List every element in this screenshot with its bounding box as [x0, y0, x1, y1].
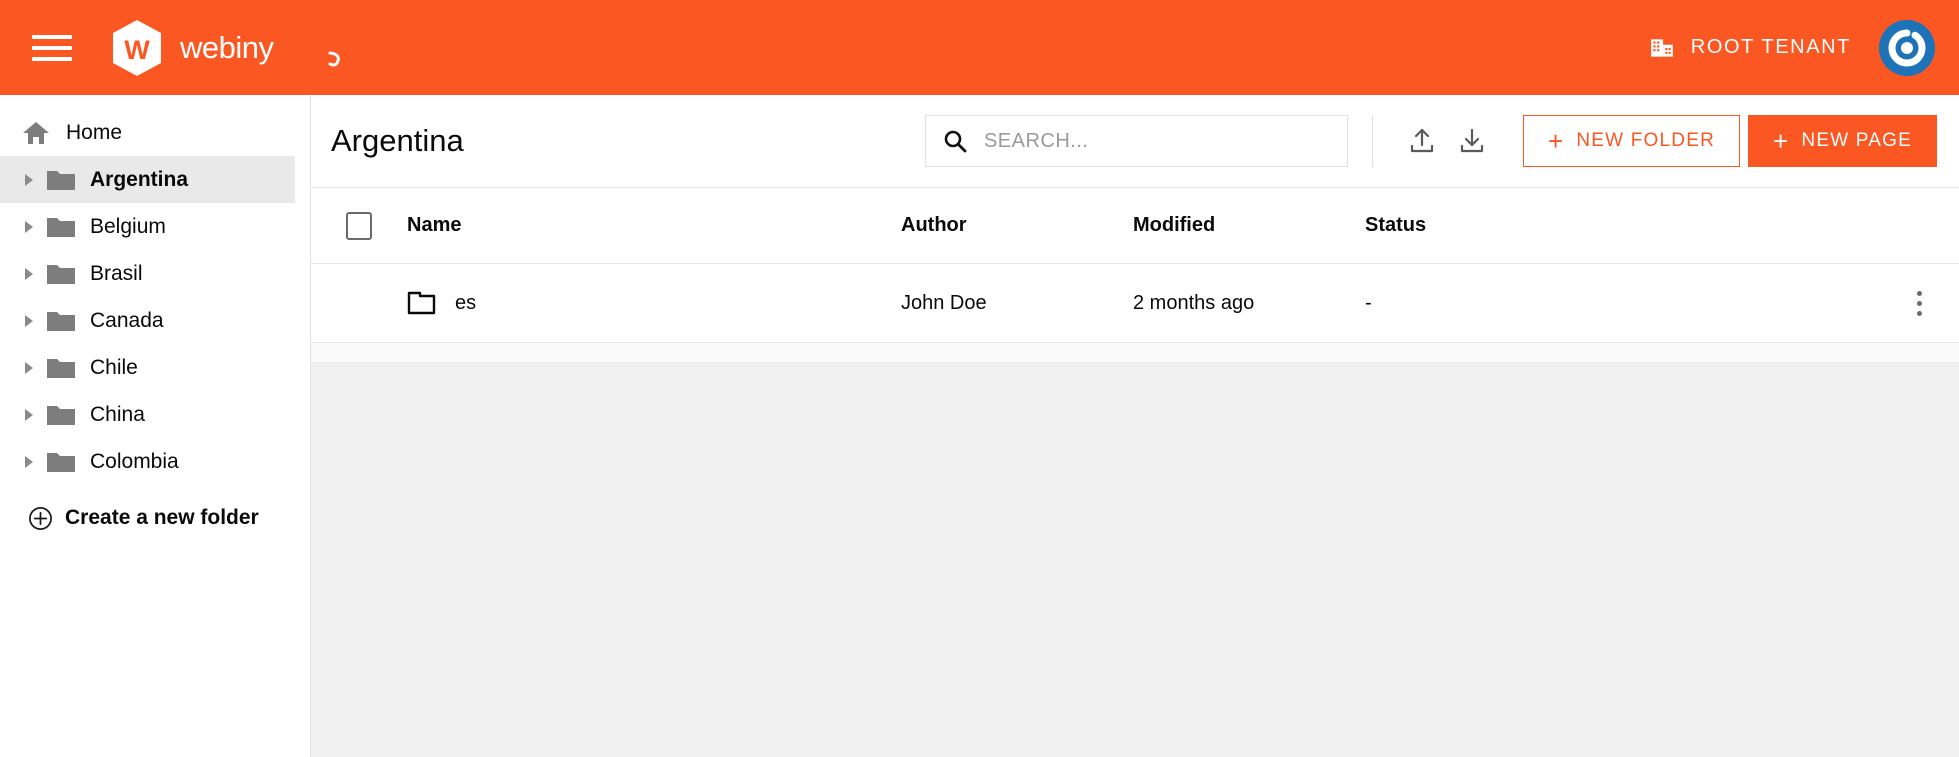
kebab-dot	[1916, 310, 1922, 316]
folder-icon	[47, 217, 75, 237]
new-folder-button-label: NEW FOLDER	[1576, 130, 1716, 151]
caret-right-icon[interactable]	[18, 404, 40, 426]
home-icon	[23, 121, 49, 144]
column-header-author[interactable]: Author	[901, 214, 1133, 237]
sidebar-item-argentina[interactable]: Argentina	[0, 156, 295, 203]
download-icon	[1460, 128, 1484, 153]
search-box[interactable]	[924, 115, 1348, 167]
top-bar-right: ROOT TENANT	[1649, 19, 1935, 76]
caret-right-icon[interactable]	[18, 451, 40, 473]
download-button[interactable]	[1447, 116, 1497, 166]
select-all-cell	[311, 211, 407, 240]
row-status-cell: -	[1365, 291, 1372, 314]
hamburger-line	[32, 45, 72, 50]
folder-icon	[47, 405, 75, 425]
svg-text:webiny: webiny	[180, 30, 274, 65]
building-icon	[1650, 38, 1673, 57]
new-folder-button[interactable]: + NEW FOLDER	[1522, 115, 1741, 167]
sidebar-item-china[interactable]: China	[0, 391, 310, 438]
folder-icon	[47, 311, 75, 331]
sidebar-item-label: China	[90, 403, 145, 426]
avatar[interactable]	[1879, 19, 1935, 76]
kebab-dot	[1916, 300, 1922, 306]
user-avatar-icon	[1879, 19, 1935, 76]
caret-right-icon[interactable]	[18, 169, 40, 191]
kebab-dot	[1916, 290, 1922, 296]
folder-outline-icon	[407, 291, 436, 315]
table-footer-strip	[311, 343, 1959, 363]
sidebar-item-label: Brasil	[90, 262, 143, 285]
page-title: Argentina	[331, 123, 464, 158]
new-page-button-label: NEW PAGE	[1801, 130, 1912, 151]
row-author-cell: John Doe	[901, 291, 987, 314]
webiny-wordmark: webiny	[180, 30, 340, 66]
upload-button[interactable]	[1397, 116, 1447, 166]
tenant-label: ROOT TENANT	[1690, 36, 1851, 58]
top-bar: W webiny ROOT TENANT	[0, 0, 1959, 95]
toolbar-divider	[1371, 115, 1373, 167]
svg-text:W: W	[124, 35, 150, 65]
caret-right-icon[interactable]	[18, 263, 40, 285]
sidebar-item-label: Colombia	[90, 450, 179, 473]
sidebar-item-home[interactable]: Home	[0, 109, 310, 156]
tenant-selector[interactable]: ROOT TENANT	[1649, 35, 1851, 61]
column-header-name[interactable]: Name	[407, 214, 901, 237]
main-header: Argentina SEARCH... + NEW FOLDER + NEW P…	[311, 95, 1959, 187]
caret-right-icon[interactable]	[18, 357, 40, 379]
content-table: Name Author Modified Status es John Doe …	[311, 187, 1959, 363]
folder-icon	[47, 452, 75, 472]
search-wrap	[924, 115, 1348, 167]
sidebar-item-label: Chile	[90, 356, 138, 379]
folder-icon	[47, 264, 75, 284]
table-header-row: Name Author Modified Status	[311, 187, 1959, 264]
plus-icon: +	[1547, 126, 1565, 156]
create-new-folder-label: Create a new folder	[65, 506, 259, 529]
main-content: Argentina SEARCH... + NEW FOLDER + NEW P…	[311, 95, 1959, 757]
hamburger-line	[32, 56, 72, 61]
folder-icon	[47, 170, 75, 190]
sidebar-item-belgium[interactable]: Belgium	[0, 203, 310, 250]
empty-content-area	[311, 363, 1959, 757]
search-input[interactable]	[983, 129, 1331, 153]
plus-circle-icon	[29, 506, 52, 530]
sidebar-item-brasil[interactable]: Brasil	[0, 250, 310, 297]
folder-icon	[47, 358, 75, 378]
select-all-checkbox[interactable]	[346, 211, 372, 240]
create-new-folder-button[interactable]: Create a new folder	[0, 491, 310, 545]
sidebar-item-label: Belgium	[90, 215, 166, 238]
sidebar-item-colombia[interactable]: Colombia	[0, 438, 310, 485]
table-row[interactable]: es John Doe 2 months ago -	[311, 264, 1959, 343]
webiny-logo[interactable]: W webiny	[110, 19, 340, 77]
kebab-menu-icon[interactable]	[1911, 285, 1928, 322]
sidebar-item-label: Canada	[90, 309, 164, 332]
row-actions-cell	[1879, 285, 1959, 322]
hamburger-line	[32, 34, 72, 39]
upload-icon	[1410, 128, 1434, 153]
caret-right-icon[interactable]	[18, 216, 40, 238]
webiny-hexagon-icon: W	[113, 19, 161, 76]
search-icon	[944, 130, 967, 153]
row-name-cell[interactable]: es	[407, 290, 901, 316]
plus-icon: +	[1773, 126, 1790, 156]
sidebar: Home Argentina Belgium Brasil Canada Chi…	[0, 95, 311, 757]
column-header-status[interactable]: Status	[1365, 214, 1879, 237]
sidebar-item-label: Argentina	[90, 168, 189, 191]
new-page-button[interactable]: + NEW PAGE	[1748, 115, 1937, 167]
body-area: Home Argentina Belgium Brasil Canada Chi…	[0, 95, 1959, 757]
caret-right-icon[interactable]	[18, 310, 40, 332]
sidebar-item-label: Home	[66, 121, 123, 144]
sidebar-item-chile[interactable]: Chile	[0, 344, 310, 391]
hamburger-icon[interactable]	[32, 33, 72, 63]
sidebar-item-canada[interactable]: Canada	[0, 297, 310, 344]
row-name-label: es	[455, 291, 477, 314]
row-modified-cell: 2 months ago	[1133, 291, 1255, 314]
column-header-modified[interactable]: Modified	[1133, 214, 1365, 237]
